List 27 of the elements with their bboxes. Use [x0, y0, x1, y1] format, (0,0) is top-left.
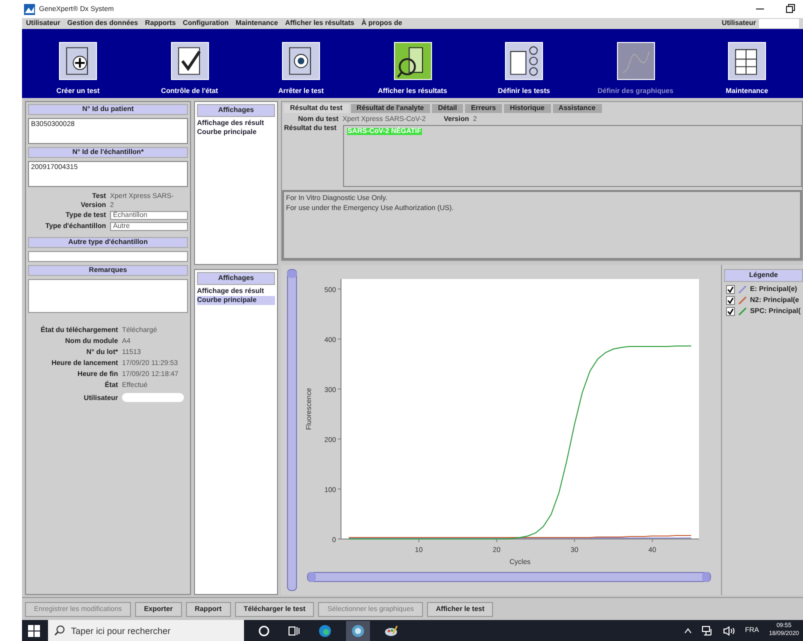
- notes-field[interactable]: [28, 279, 188, 313]
- tool-cabinet-icon: [728, 42, 766, 80]
- restore-icon[interactable]: [785, 4, 795, 14]
- cortana-icon[interactable]: [258, 624, 270, 636]
- task-view-icon[interactable]: [288, 624, 300, 636]
- windows-start-icon[interactable]: [28, 624, 40, 636]
- horizontal-scrollbar[interactable]: [307, 572, 711, 582]
- vertical-scrollbar[interactable]: [287, 269, 297, 591]
- search-icon: [54, 625, 65, 636]
- checkmark-icon: [170, 42, 208, 80]
- redacted-value: [122, 393, 184, 402]
- app-taskbar-icon[interactable]: [351, 624, 365, 638]
- paint-app-icon[interactable]: [384, 624, 398, 638]
- cartridge-magnifier-icon: [394, 42, 432, 80]
- checkbox[interactable]: [726, 296, 735, 305]
- network-icon[interactable]: [702, 626, 713, 636]
- add-icon: [59, 42, 97, 80]
- tray-chevron-icon[interactable]: [684, 626, 692, 634]
- speaker-icon[interactable]: [722, 626, 735, 636]
- taskbar-search-field[interactable]: Taper ici pour rechercher: [48, 620, 244, 641]
- edge-browser-icon[interactable]: [318, 624, 332, 638]
- checkbox[interactable]: [726, 285, 735, 294]
- cartridge-steps-icon: [505, 42, 543, 80]
- stop-icon: [282, 42, 320, 80]
- input-field[interactable]: [28, 251, 188, 262]
- curve-icon: [616, 42, 654, 80]
- checkbox[interactable]: [726, 307, 735, 316]
